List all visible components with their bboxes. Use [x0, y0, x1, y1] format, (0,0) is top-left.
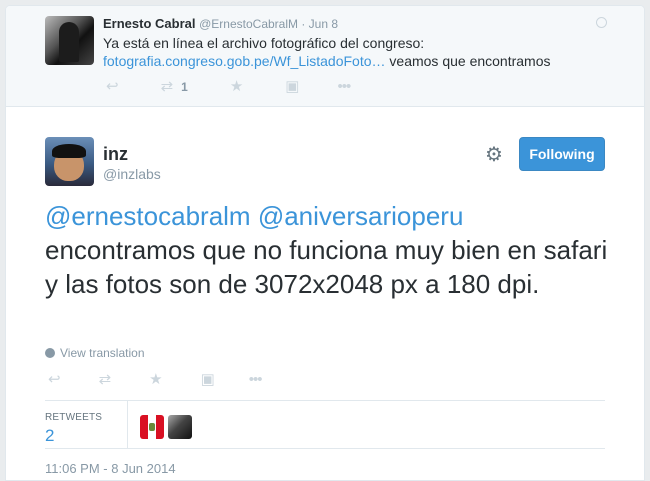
- retweet-icon[interactable]: ⇄: [99, 371, 112, 389]
- tweet-permalink-card: Ernesto Cabral @ErnestoCabralM · Jun 8 Y…: [5, 5, 645, 481]
- inz-avatar[interactable]: [45, 137, 94, 186]
- ancestor-tweet-header: Ernesto Cabral @ErnestoCabralM · Jun 8: [103, 16, 338, 31]
- main-tweet-actions: ↩ ⇄ ★ ▣ •••: [45, 370, 263, 390]
- favorite-icon[interactable]: ★: [149, 371, 162, 389]
- globe-icon: [45, 348, 55, 358]
- ancestor-text-after-link: veamos que encontramos: [385, 53, 551, 69]
- main-tweet-body: encontramos que no funciona muy bien en …: [45, 235, 608, 299]
- more-icon[interactable]: •••: [249, 371, 263, 389]
- tweet-stats: RETWEETS 2: [45, 400, 605, 449]
- tweet-timestamp[interactable]: 11:06 PM - 8 Jun 2014: [45, 461, 176, 476]
- reply-icon[interactable]: ↩: [106, 78, 119, 96]
- more-icon[interactable]: •••: [337, 78, 351, 96]
- mention-ernestocabralm[interactable]: @ernestocabralm: [45, 201, 251, 231]
- reply-icon[interactable]: ↩: [48, 371, 61, 389]
- ancestor-tweet-actions: ↩ ⇄ 1 ★ ▣ •••: [103, 78, 351, 96]
- globe-icon: [596, 17, 607, 28]
- retweet-count: 1: [181, 80, 188, 94]
- following-button[interactable]: Following: [519, 137, 605, 171]
- gear-icon[interactable]: ⚙: [484, 145, 504, 165]
- ancestor-tweet-time[interactable]: Jun 8: [309, 17, 338, 31]
- retweets-stat[interactable]: RETWEETS 2: [45, 401, 128, 448]
- ancestor-tweet[interactable]: Ernesto Cabral @ErnestoCabralM · Jun 8 Y…: [6, 6, 644, 107]
- ancestor-author-name[interactable]: Ernesto Cabral: [103, 16, 195, 31]
- ancestor-tweet-text: Ya está en línea el archivo fotográfico …: [103, 34, 613, 70]
- retweets-label: RETWEETS: [45, 412, 103, 423]
- main-tweet-text: @ernestocabralm @aniversarioperu encontr…: [45, 199, 615, 301]
- ancestor-tweet-link[interactable]: fotografia.congreso.gob.pe/Wf_ListadoFot…: [103, 53, 386, 69]
- ancestor-text: Ya está en línea el archivo fotográfico …: [103, 35, 425, 51]
- retweets-count[interactable]: 2: [45, 426, 54, 446]
- media-icon[interactable]: ▣: [285, 78, 299, 96]
- ernesto-cabral-avatar[interactable]: [45, 16, 94, 65]
- mention-aniversarioperu[interactable]: @aniversarioperu: [258, 201, 464, 231]
- main-author-name[interactable]: inz: [103, 144, 128, 165]
- separator: ·: [298, 17, 309, 31]
- view-translation-label[interactable]: View translation: [60, 346, 145, 360]
- retweeter-avatars: [140, 415, 196, 439]
- media-icon[interactable]: ▣: [201, 371, 215, 389]
- ancestor-author-handle[interactable]: @ErnestoCabralM: [199, 17, 298, 31]
- favorite-icon[interactable]: ★: [230, 78, 243, 96]
- retweeter-avatar[interactable]: [168, 415, 192, 439]
- retweeter-avatar[interactable]: [140, 415, 164, 439]
- retweet-icon[interactable]: ⇄: [161, 78, 174, 96]
- view-translation-link[interactable]: View translation: [45, 346, 145, 360]
- main-author-handle[interactable]: @inzlabs: [103, 166, 161, 182]
